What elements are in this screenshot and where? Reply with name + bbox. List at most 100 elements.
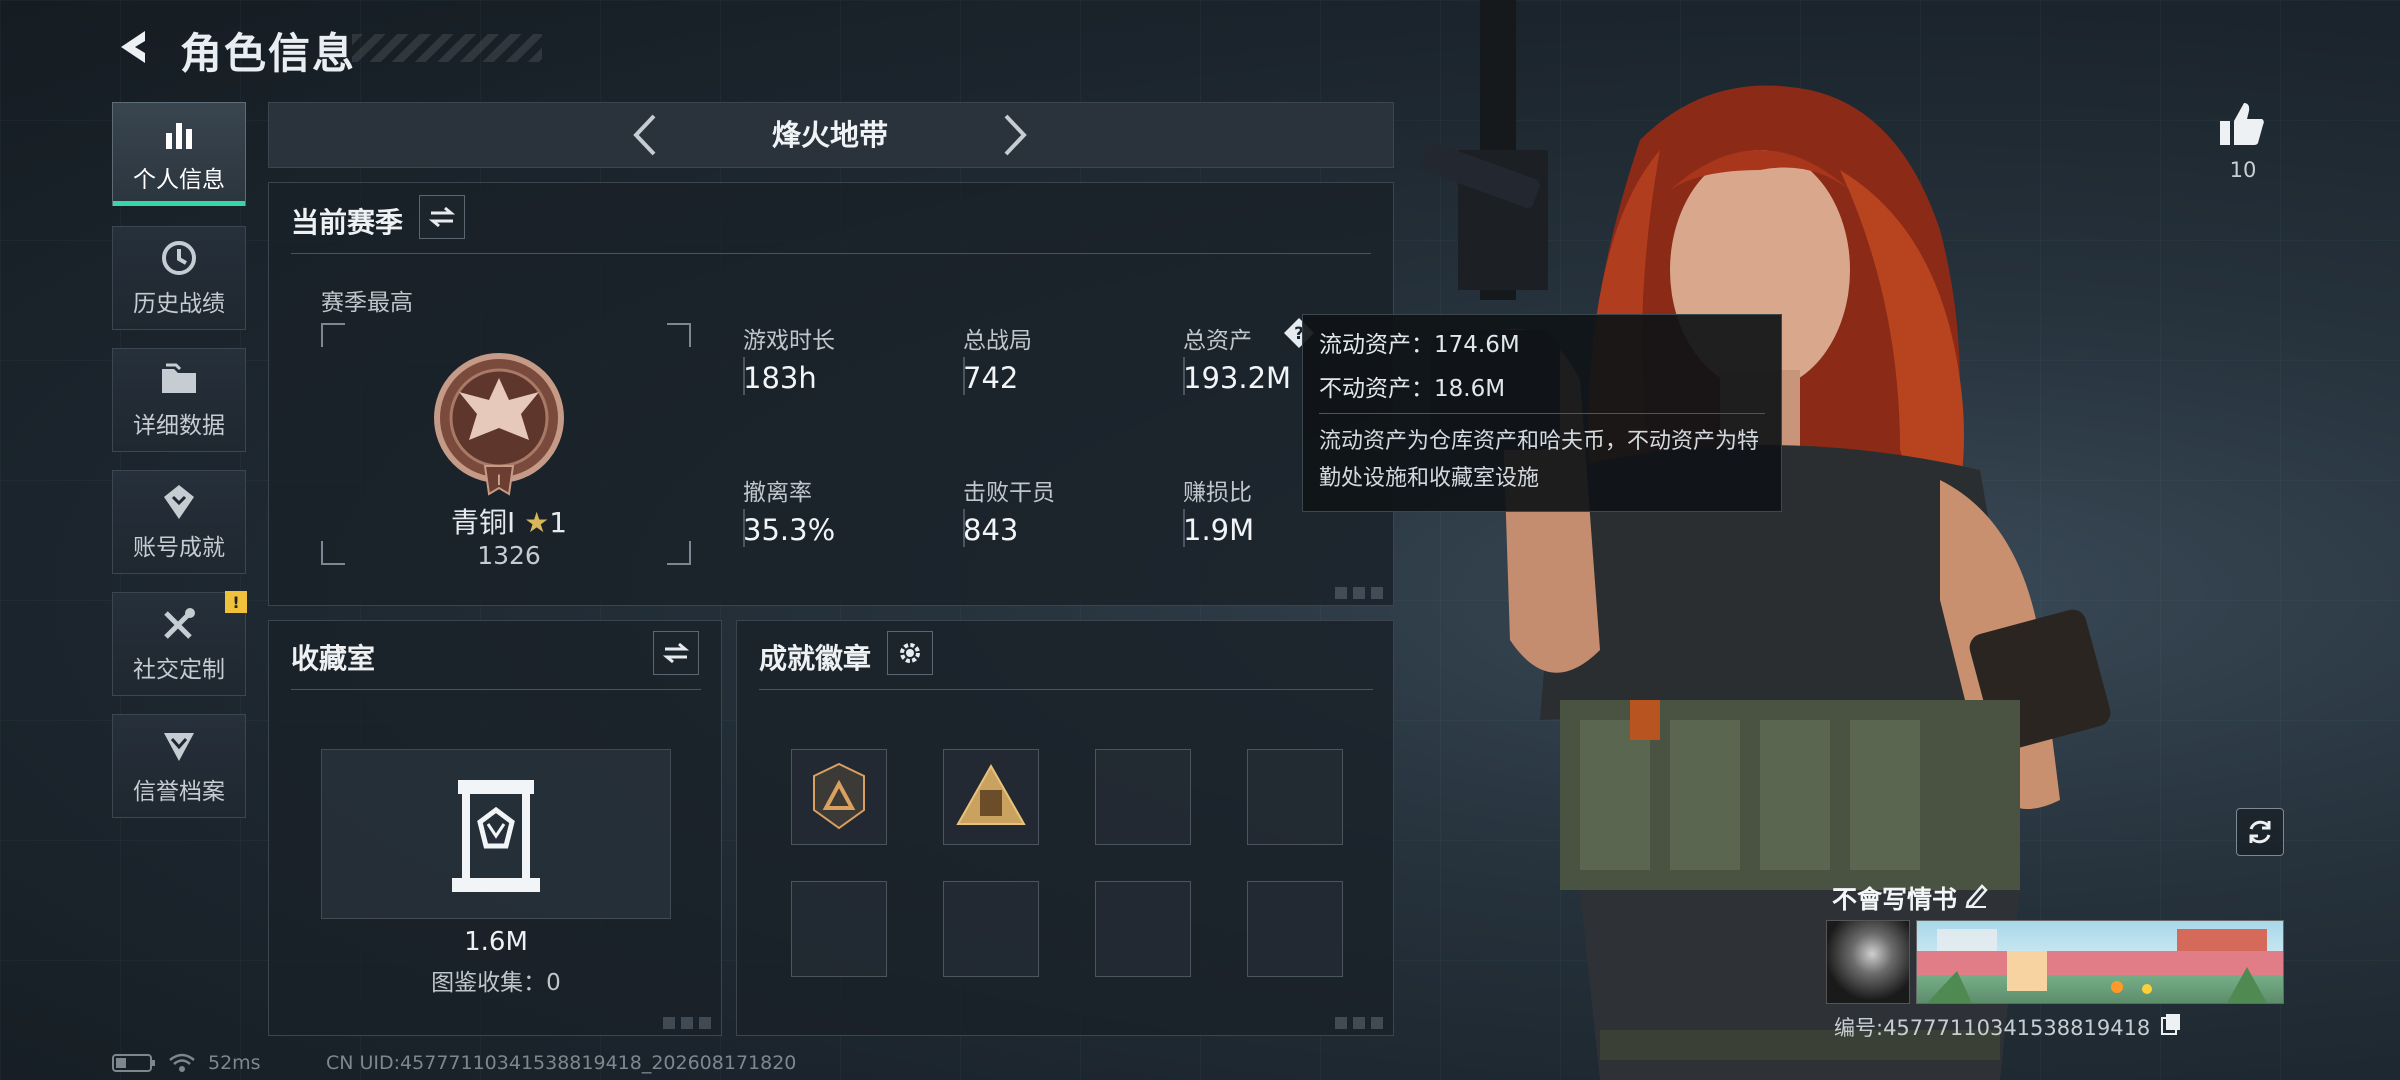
divider [291, 253, 1371, 254]
gear-icon [900, 643, 920, 663]
edit-name-button[interactable] [1962, 880, 1990, 910]
mode-title: 烽火地带 [771, 118, 888, 152]
stat-value: 742 [963, 361, 1019, 395]
badge-slot-empty[interactable] [1247, 749, 1343, 845]
sidebar-item-label: 详细数据 [133, 413, 225, 439]
page-title: 角色信息 [180, 29, 357, 78]
wifi-icon [169, 1053, 195, 1072]
thumbs-up-icon [2220, 103, 2264, 145]
stat-label: 游戏时长 [743, 328, 835, 354]
uid-text: CN UID:457771103415388194​18_20260817182… [326, 1052, 797, 1074]
divider [759, 689, 1373, 690]
svg-text:I: I [497, 473, 501, 489]
title-decoration [352, 34, 542, 62]
sidebar-item-label: 个人信息 [133, 167, 225, 193]
season-panel: 当前赛季 赛季最高 I 青铜I ★1 1326 游戏时长 183h 总战局 74… [268, 182, 1394, 606]
season-best-label: 赛季最高 [321, 290, 413, 316]
stat-label: 撤离率 [743, 480, 812, 506]
badge-slot-empty[interactable] [1095, 749, 1191, 845]
copy-icon [2161, 1014, 2180, 1035]
collection-room-card[interactable] [321, 749, 671, 919]
history-icon [159, 238, 199, 278]
badge-icon [813, 762, 865, 830]
collection-switch-button[interactable] [653, 631, 699, 675]
stat-value: 193.2M [1183, 361, 1292, 395]
collection-panel: 收藏室 1.6M 图鉴收集：0 [268, 620, 722, 1036]
copy-id-button[interactable] [2160, 1012, 2182, 1036]
sidebar-item-details[interactable]: 详细数据 [112, 348, 246, 452]
banner-art [1917, 929, 2283, 1003]
avatar[interactable] [1826, 920, 1910, 1004]
status-bar: 52ms [112, 1052, 261, 1074]
swap-icon [663, 642, 689, 664]
ping-value: 52ms [208, 1052, 261, 1074]
refresh-appearance-button[interactable] [2236, 808, 2284, 856]
player-name: 不會写情书 [1832, 885, 1958, 914]
folder-icon [159, 360, 199, 400]
chevron-left-icon [633, 114, 656, 156]
back-button[interactable] [108, 22, 158, 72]
sidebar-item-social-custom[interactable]: 社交定制 ! [112, 591, 247, 696]
frame-corner [667, 323, 691, 347]
tooltip-description: 流动资产为仓库资产和哈夫币，不动资产为特勤处设施和收藏室设施 [1319, 429, 1760, 491]
badges-title: 成就徽章 [759, 642, 872, 675]
sidebar-item-personal-info[interactable]: 个人信息 [112, 102, 246, 206]
collection-title: 收藏室 [291, 642, 376, 675]
tools-icon [159, 604, 199, 644]
rank-line: 青铜I ★1 [269, 501, 749, 541]
sidebar-item-label: 社交定制 [133, 657, 225, 683]
corner-decoration [1335, 1017, 1389, 1029]
player-id: 编号:457771103415388194​18 [1834, 1016, 2151, 1040]
collection-count: 图鉴收集：0 [431, 970, 561, 996]
display-case-icon [452, 780, 540, 892]
stat-label: 赚损比 [1183, 480, 1252, 506]
tooltip-liquid-assets: 流动资产：174.6M [1319, 332, 1520, 358]
badge-slot[interactable] [791, 749, 887, 845]
divider [1319, 413, 1765, 414]
stat-value: 843 [963, 513, 1019, 547]
sidebar-item-label: 历史战绩 [133, 291, 225, 317]
sidebar-item-label: 信誉档案 [133, 779, 225, 805]
chevron-right-icon [1004, 114, 1027, 156]
bar-chart-icon [159, 114, 199, 154]
profile-banner[interactable] [1916, 920, 2284, 1004]
swap-icon [429, 206, 455, 228]
achievement-icon [159, 482, 199, 522]
stat-value: 35.3% [743, 513, 836, 547]
badge-slot-empty[interactable] [1095, 881, 1191, 977]
refresh-icon [2249, 820, 2271, 844]
sidebar-item-label: 账号成就 [133, 535, 225, 561]
badge-slot-empty[interactable] [943, 881, 1039, 977]
corner-decoration [663, 1017, 717, 1029]
season-switch-button[interactable] [419, 195, 465, 239]
badges-settings-button[interactable] [887, 631, 933, 675]
pencil-icon [1965, 884, 1988, 908]
sidebar-item-history[interactable]: 历史战绩 [112, 226, 246, 330]
character-model [1420, 0, 2111, 1080]
season-title: 当前赛季 [291, 206, 404, 239]
badge-slot-empty[interactable] [791, 881, 887, 977]
sidebar-item-reputation[interactable]: 信誉档案 [112, 714, 246, 818]
rank-stars: 1 [549, 506, 568, 539]
back-arrow-icon [121, 31, 145, 63]
stat-label: 总资产 [1183, 328, 1252, 354]
stat-value: 183h [743, 361, 817, 395]
stat-label: 总战局 [963, 328, 1032, 354]
rank-emblem-icon: I [434, 353, 564, 496]
frame-corner [321, 323, 345, 347]
corner-decoration [1335, 587, 1389, 599]
shield-icon [159, 726, 199, 766]
warning-badge: ! [225, 591, 247, 613]
collection-value: 1.6M [464, 927, 528, 957]
divider [291, 689, 701, 690]
rank-score: 1326 [477, 541, 541, 570]
like-button[interactable] [2214, 96, 2270, 152]
badge-slot[interactable] [943, 749, 1039, 845]
sidebar-item-achievements[interactable]: 账号成就 [112, 470, 246, 574]
badge-slot-empty[interactable] [1247, 881, 1343, 977]
like-count: 10 [2229, 158, 2257, 182]
asset-tooltip: 流动资产：174.6M 不动资产：18.6M 流动资产为仓库资产和哈夫币，不动资… [1302, 314, 1782, 512]
battery-icon [112, 1054, 155, 1072]
mode-prev-button[interactable] [620, 108, 670, 162]
mode-next-button[interactable] [990, 108, 1040, 162]
